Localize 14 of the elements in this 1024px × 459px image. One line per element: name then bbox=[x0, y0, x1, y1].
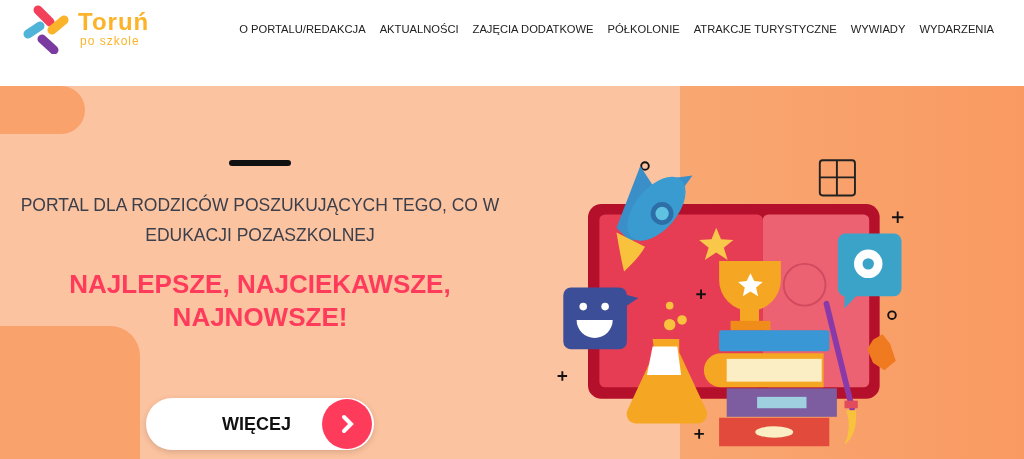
dash-divider bbox=[229, 160, 291, 166]
tagline-text: PORTAL DLA RODZICÓW POSZUKUJĄCYCH TEGO, CO W EDUKACJI POZASZKOLNEJ bbox=[19, 193, 501, 247]
nav-link[interactable]: ATRAKCJE TURYSTYCZNE bbox=[693, 23, 837, 35]
logo-title: Toruń bbox=[78, 10, 150, 34]
nav-link[interactable]: AKTUALNOŚCI bbox=[379, 23, 459, 35]
nav-link[interactable]: WYDARZENIA bbox=[919, 23, 994, 35]
nav-link[interactable]: PÓŁKOLONIE bbox=[607, 23, 680, 35]
nav-link[interactable]: ZAJĘCIA DODATKOWE bbox=[472, 23, 594, 35]
nav-link[interactable]: O PORTALU/REDAKCJA bbox=[239, 23, 366, 35]
nav-link[interactable]: WYWIADY bbox=[850, 23, 906, 35]
headline-text: NAJLEPSZE, NAJCIEKAWSZE, NAJNOWSZE! bbox=[68, 268, 452, 334]
more-button[interactable]: WIĘCEJ bbox=[146, 398, 374, 450]
chevron-icon bbox=[322, 399, 372, 449]
logo-subtitle: po szkole bbox=[80, 34, 140, 48]
